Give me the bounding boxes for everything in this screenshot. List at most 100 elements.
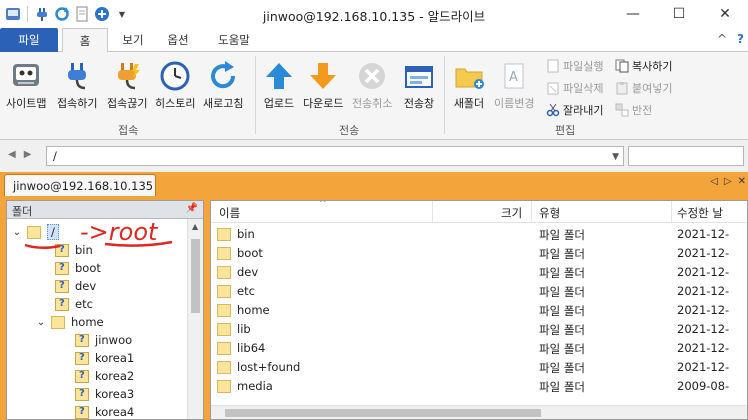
forward-icon[interactable]: ▶: [24, 149, 32, 160]
tree-item-korea4[interactable]: korea4: [75, 403, 134, 419]
upload-arrow-icon: [263, 60, 295, 92]
tab-prev-icon[interactable]: ◁: [710, 176, 718, 187]
transfer-window-icon: [403, 60, 435, 92]
table-row[interactable]: lib64 파일 폴더 2021-12-: [211, 339, 747, 358]
folder-icon: [217, 246, 231, 260]
sitemap-icon: [10, 60, 42, 92]
cancel-transfer-button[interactable]: 전송취소: [352, 60, 392, 111]
scrollbar-thumb[interactable]: [191, 239, 200, 313]
rename-button[interactable]: A 이름변경: [494, 60, 534, 111]
download-button[interactable]: 다운로드: [303, 60, 343, 111]
search-input[interactable]: [628, 146, 744, 166]
path-input[interactable]: / ▼: [46, 146, 624, 166]
new-folder-button[interactable]: 새폴더: [453, 60, 485, 111]
copy-button[interactable]: 복사하기: [615, 58, 672, 74]
back-icon[interactable]: ◀: [8, 149, 16, 160]
cancel-x-icon: [356, 60, 388, 92]
table-row[interactable]: home 파일 폴더 2021-12-: [211, 301, 747, 320]
window-controls: — ☐ ✕: [610, 0, 748, 28]
edit-group-label: 편집: [555, 124, 576, 137]
table-row[interactable]: lost+found 파일 폴더 2021-12-: [211, 358, 747, 377]
folder-icon: [27, 225, 41, 239]
document-icon[interactable]: [73, 5, 91, 23]
file-type: 파일 폴더: [539, 266, 585, 280]
invert-selection-button[interactable]: 반전: [615, 102, 652, 118]
folder-pane-scrollbar[interactable]: ▲: [187, 219, 203, 419]
run-file-button[interactable]: 파일실행: [546, 58, 603, 74]
unknown-folder-icon: [55, 297, 69, 311]
cut-button[interactable]: 잘라내기: [546, 102, 603, 118]
tab-file[interactable]: 파일: [0, 28, 58, 52]
path-dropdown-icon[interactable]: ▼: [612, 152, 619, 162]
column-modified[interactable]: 수정한 날: [677, 205, 723, 221]
tree-item-label: etc: [75, 297, 93, 311]
tab-home[interactable]: 홈: [62, 28, 108, 53]
tab-next-icon[interactable]: ▷: [724, 176, 732, 187]
download-arrow-icon: [307, 60, 339, 92]
unknown-folder-icon: [55, 279, 69, 293]
delete-file-button[interactable]: 파일삭제: [546, 80, 603, 96]
scroll-up-icon[interactable]: ▲: [192, 222, 198, 231]
table-row[interactable]: lib 파일 폴더 2021-12-: [211, 320, 747, 339]
tab-close-icon[interactable]: ✕: [738, 176, 746, 187]
table-row[interactable]: boot 파일 폴더 2021-12-: [211, 244, 747, 263]
refresh-label: 새로고침: [203, 97, 244, 110]
connect-button[interactable]: 접속하기: [57, 60, 97, 111]
collapse-ribbon-icon[interactable]: ^: [717, 32, 727, 46]
tab-options[interactable]: 옵션: [158, 28, 198, 52]
cancel-transfer-label: 전송취소: [352, 97, 393, 110]
tree-item-label: korea4: [95, 405, 135, 419]
session-tab[interactable]: jinwoo@192.168.10.135: [4, 174, 156, 196]
column-size[interactable]: 크기: [501, 205, 522, 221]
folder-pane-title: 폴더: [12, 205, 33, 218]
tree-item-bin[interactable]: bin: [55, 241, 93, 259]
file-type: 파일 폴더: [539, 247, 585, 261]
table-row[interactable]: bin 파일 폴더 2021-12-: [211, 225, 747, 244]
tree-item-label: korea2: [95, 369, 135, 383]
tree-item-jinwoo[interactable]: jinwoo: [75, 331, 132, 349]
tree-item-korea1[interactable]: korea1: [75, 349, 134, 367]
tree-item-root[interactable]: ⌄ /: [11, 223, 59, 241]
path-text: /: [53, 149, 57, 163]
table-row[interactable]: dev 파일 폴더 2021-12-: [211, 263, 747, 282]
tree-item-korea2[interactable]: korea2: [75, 367, 134, 385]
tree-item-boot[interactable]: boot: [55, 259, 101, 277]
history-button[interactable]: 히스토리: [155, 60, 195, 111]
table-row[interactable]: media 파일 폴더 2009-08-: [211, 377, 747, 396]
tree-item-dev[interactable]: dev: [55, 277, 96, 295]
help-icon[interactable]: ?: [737, 32, 744, 46]
pin-icon[interactable]: 📌: [186, 203, 198, 214]
paste-button[interactable]: 붙여넣기: [615, 80, 672, 96]
folder-icon: [217, 284, 231, 298]
file-list-hscrollbar[interactable]: [211, 405, 747, 419]
tab-view[interactable]: 보기: [110, 28, 156, 52]
column-name[interactable]: 이름: [219, 205, 240, 221]
expand-toggle-icon[interactable]: ⌄: [35, 317, 47, 328]
minimize-icon[interactable]: —: [610, 0, 656, 28]
expand-toggle-icon[interactable]: ⌄: [11, 227, 23, 238]
new-folder-icon: [453, 60, 485, 92]
file-date: 2021-12-: [677, 246, 730, 260]
connect-plug-icon[interactable]: [33, 5, 51, 23]
upload-button[interactable]: 업로드: [263, 60, 295, 111]
close-icon[interactable]: ✕: [702, 0, 748, 28]
maximize-icon[interactable]: ☐: [656, 0, 702, 28]
tree-item-etc[interactable]: etc: [55, 295, 93, 313]
add-circle-icon[interactable]: [93, 5, 111, 23]
sitemap-button[interactable]: 사이트맵: [6, 60, 46, 111]
table-row[interactable]: etc 파일 폴더 2021-12-: [211, 282, 747, 301]
tree-item-korea3[interactable]: korea3: [75, 385, 134, 403]
disconnect-button[interactable]: 접속끊기: [107, 60, 147, 111]
sitemap-label: 사이트맵: [6, 97, 47, 110]
customize-dropdown-icon[interactable]: ▼: [113, 5, 131, 23]
transfer-window-button[interactable]: 전송창: [403, 60, 435, 111]
tree-item-home[interactable]: ⌄ home: [35, 313, 104, 331]
refresh-button[interactable]: 새로고침: [203, 60, 243, 111]
tree-item-label: bin: [75, 243, 93, 257]
scrollbar-thumb[interactable]: [225, 409, 541, 417]
file-name: lib: [237, 322, 251, 336]
file-date: 2021-12-: [677, 322, 730, 336]
refresh-icon[interactable]: [53, 5, 71, 23]
column-type[interactable]: 유형: [539, 205, 560, 221]
tab-help[interactable]: 도움말: [206, 28, 262, 52]
